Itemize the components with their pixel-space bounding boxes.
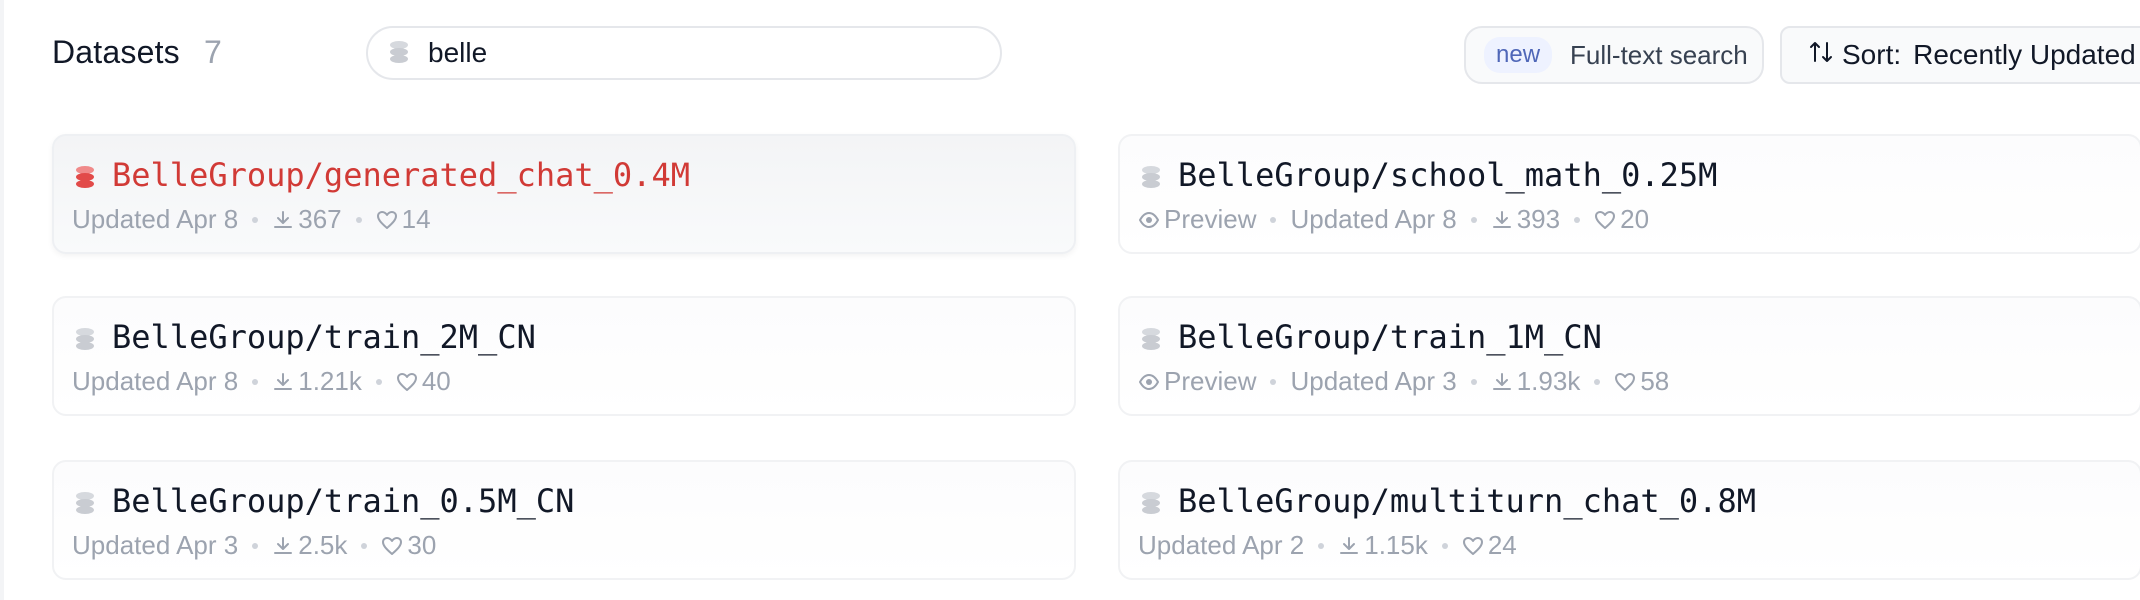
dataset-card[interactable]: BelleGroup/multiturn_chat_0.8M Updated A…	[1118, 460, 2140, 580]
heart-icon	[396, 371, 418, 393]
like-count: 24	[1487, 530, 1517, 560]
search-box[interactable]	[366, 26, 1002, 80]
dataset-meta: Updated Apr 8 367 14	[72, 204, 431, 235]
separator-dot	[1441, 542, 1448, 549]
separator-dot	[1470, 378, 1477, 385]
heart-icon	[1462, 535, 1484, 557]
separator-dot	[252, 216, 259, 223]
dataset-name[interactable]: BelleGroup/school_math_0.25M	[1178, 156, 1717, 194]
dataset-meta: Preview Updated Apr 3 1.93k 58	[1138, 366, 1669, 397]
eye-icon	[1138, 209, 1160, 231]
page-title: Datasets	[52, 34, 180, 70]
download-icon	[1491, 209, 1513, 231]
like-count: 30	[407, 530, 437, 560]
sort-value: Recently Updated	[1913, 39, 2136, 70]
database-icon	[76, 166, 94, 190]
dataset-name[interactable]: BelleGroup/train_0.5M_CN	[112, 482, 574, 520]
separator-dot	[361, 542, 368, 549]
dataset-name[interactable]: BelleGroup/generated_chat_0.4M	[112, 156, 690, 194]
separator-dot	[252, 378, 259, 385]
separator-dot	[1270, 216, 1277, 223]
separator-dot	[252, 542, 259, 549]
download-count: 2.5k	[298, 530, 348, 560]
sort-dropdown[interactable]: Sort: Recently Updated	[1780, 26, 2140, 84]
full-text-search-label: Full-text search	[1570, 39, 1748, 70]
download-count: 1.15k	[1364, 530, 1428, 560]
database-icon	[1142, 166, 1160, 190]
full-text-search-button[interactable]: new Full-text search	[1464, 26, 1764, 84]
dataset-meta: Updated Apr 2 1.15k 24	[1138, 530, 1517, 561]
download-count: 393	[1516, 204, 1561, 234]
dataset-card[interactable]: BelleGroup/school_math_0.25M Preview Upd…	[1118, 134, 2140, 254]
sort-arrows-icon	[1808, 39, 1834, 72]
page-header: Datasets 7 new Full-text search Sort: Re…	[0, 0, 2140, 110]
separator-dot	[1270, 378, 1277, 385]
dataset-card[interactable]: BelleGroup/train_2M_CN Updated Apr 8 1.2…	[52, 296, 1076, 416]
heart-icon	[376, 209, 398, 231]
like-count: 14	[401, 204, 431, 234]
dataset-name[interactable]: BelleGroup/multiturn_chat_0.8M	[1178, 482, 1756, 520]
dataset-card[interactable]: BelleGroup/generated_chat_0.4M Updated A…	[52, 134, 1076, 254]
like-count: 58	[1640, 366, 1670, 396]
updated-text: Updated Apr 8	[1290, 204, 1457, 234]
dataset-name[interactable]: BelleGroup/train_1M_CN	[1178, 318, 1602, 356]
database-icon	[1142, 328, 1160, 352]
like-count: 20	[1620, 204, 1650, 234]
updated-text: Updated Apr 3	[1290, 366, 1457, 396]
separator-dot	[1594, 378, 1601, 385]
updated-text: Updated Apr 3	[72, 530, 239, 560]
download-icon	[272, 535, 294, 557]
separator-dot	[1574, 216, 1581, 223]
download-count: 1.93k	[1516, 366, 1581, 396]
updated-text: Updated Apr 2	[1138, 530, 1305, 560]
separator-dot	[1470, 216, 1477, 223]
dataset-meta: Updated Apr 8 1.21k 40	[72, 366, 451, 397]
dataset-card[interactable]: BelleGroup/train_1M_CN Preview Updated A…	[1118, 296, 2140, 416]
heart-icon	[1614, 371, 1636, 393]
search-input[interactable]	[426, 36, 950, 70]
download-icon	[1338, 535, 1360, 557]
preview-label: Preview	[1164, 204, 1257, 234]
dataset-card[interactable]: BelleGroup/train_0.5M_CN Updated Apr 3 2…	[52, 460, 1076, 580]
download-count: 367	[298, 204, 342, 234]
separator-dot	[355, 216, 362, 223]
dataset-meta: Updated Apr 3 2.5k 30	[72, 530, 436, 561]
like-count: 40	[421, 366, 451, 396]
database-icon	[1142, 492, 1160, 516]
database-icon	[76, 328, 94, 352]
dataset-name[interactable]: BelleGroup/train_2M_CN	[112, 318, 536, 356]
download-count: 1.21k	[298, 366, 362, 396]
result-count: 7	[204, 34, 222, 70]
eye-icon	[1138, 371, 1160, 393]
database-icon	[390, 41, 408, 65]
separator-dot	[375, 378, 382, 385]
dataset-meta: Preview Updated Apr 8 393 20	[1138, 204, 1649, 235]
download-icon	[272, 371, 294, 393]
updated-text: Updated Apr 8	[72, 366, 239, 396]
download-icon	[272, 209, 294, 231]
separator-dot	[1318, 542, 1325, 549]
heart-icon	[1594, 209, 1616, 231]
updated-text: Updated Apr 8	[72, 204, 239, 234]
sort-prefix: Sort:	[1842, 39, 1902, 70]
new-badge: new	[1484, 37, 1553, 73]
download-icon	[1491, 371, 1513, 393]
heart-icon	[381, 535, 403, 557]
database-icon	[76, 492, 94, 516]
preview-label: Preview	[1164, 366, 1257, 396]
